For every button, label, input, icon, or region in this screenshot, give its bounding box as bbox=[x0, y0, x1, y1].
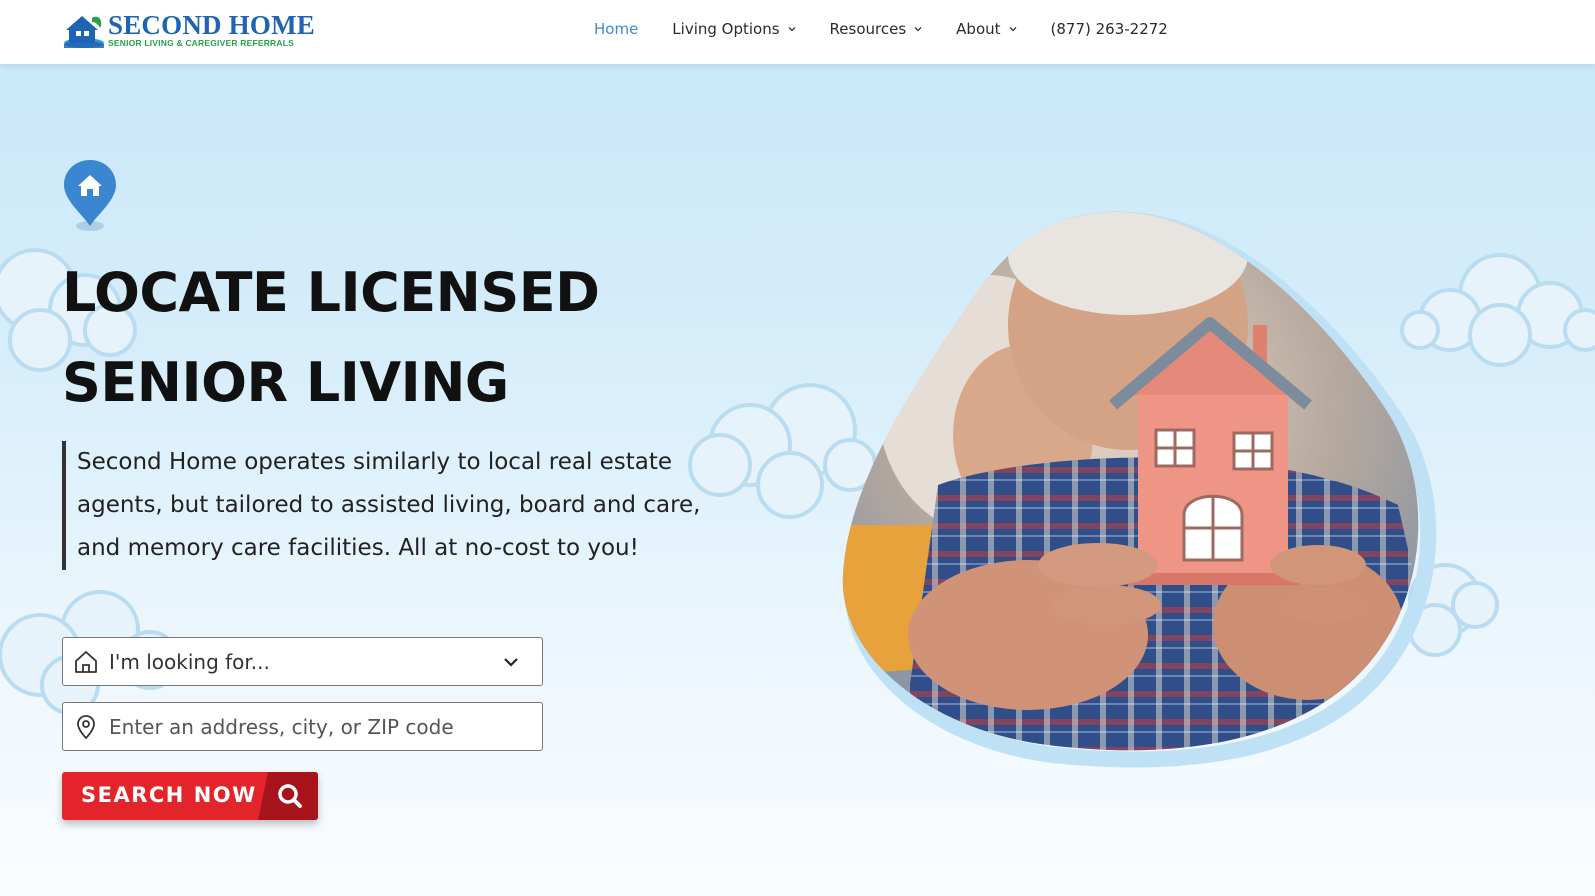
nav-home[interactable]: Home bbox=[594, 20, 638, 38]
chevron-down-icon bbox=[788, 27, 796, 32]
nav-resources-label: Resources bbox=[829, 20, 907, 38]
headline-line-1: LOCATE LICENSED bbox=[62, 261, 600, 324]
logo[interactable]: SECOND HOME SENIOR LIVING & CAREGIVER RE… bbox=[62, 8, 315, 52]
nav-home-label: Home bbox=[594, 20, 639, 38]
location-pin-icon bbox=[77, 714, 95, 739]
house-outline-icon bbox=[75, 650, 97, 673]
address-field[interactable] bbox=[62, 702, 543, 751]
nav-about[interactable]: About bbox=[956, 20, 1016, 38]
logo-tagline: SENIOR LIVING & CAREGIVER REFERRALS bbox=[108, 38, 294, 48]
main-nav: Home Living Options Resources About (877… bbox=[594, 0, 1202, 58]
address-input[interactable] bbox=[109, 703, 542, 750]
logo-title: SECOND HOME bbox=[108, 10, 315, 40]
chevron-down-icon bbox=[1009, 27, 1016, 32]
hero-description: Second Home operates similarly to local … bbox=[62, 441, 722, 570]
chevron-down-icon[interactable] bbox=[502, 653, 520, 671]
search-icon bbox=[258, 772, 318, 820]
hero-photo bbox=[842, 211, 1437, 768]
chevron-down-icon bbox=[914, 27, 922, 32]
nav-living-options[interactable]: Living Options bbox=[672, 20, 796, 38]
hero-headline: LOCATE LICENSED SENIOR LIVING bbox=[62, 248, 600, 428]
looking-for-value: I'm looking for... bbox=[109, 649, 270, 674]
nav-resources[interactable]: Resources bbox=[830, 20, 923, 38]
logo-house-icon bbox=[64, 16, 104, 48]
search-now-button[interactable]: SEARCH NOW bbox=[62, 772, 318, 820]
site-header: SECOND HOME SENIOR LIVING & CAREGIVER RE… bbox=[0, 0, 1595, 64]
search-now-label: SEARCH NOW bbox=[81, 783, 257, 807]
home-pin-icon bbox=[64, 160, 116, 231]
nav-phone-label: (877) 263-2272 bbox=[1050, 20, 1168, 38]
headline-line-2: SENIOR LIVING bbox=[62, 351, 509, 414]
nav-living-options-label: Living Options bbox=[672, 20, 780, 38]
looking-for-select[interactable]: I'm looking for... bbox=[62, 637, 543, 686]
nav-phone[interactable]: (877) 263-2272 bbox=[1051, 20, 1168, 38]
nav-about-label: About bbox=[956, 20, 1001, 38]
